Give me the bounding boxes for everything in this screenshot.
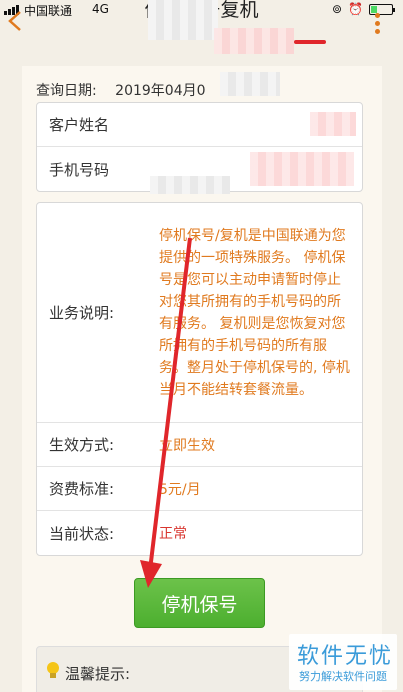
status-label: 当前状态:	[49, 524, 115, 543]
phone-number-label: 手机号码	[49, 160, 110, 179]
service-description-row: 业务说明: 停机保号/复机是中国联通为您提供的一项特殊服务。 停机保号是您可以主…	[37, 203, 362, 423]
tips-title: 温馨提示:	[65, 665, 131, 683]
customer-name-label: 客户姓名	[49, 116, 110, 134]
watermark-logo: 软件无忧 努力解决软件问题	[289, 634, 397, 690]
suspend-keep-number-button[interactable]: 停机保号	[134, 578, 265, 628]
service-description-label: 业务说明:	[49, 304, 115, 322]
watermark-title: 软件无忧	[297, 644, 394, 669]
lightbulb-icon	[47, 662, 59, 678]
status-value: 正常	[159, 526, 187, 542]
service-description-text: 停机保号/复机是中国联通为您提供的一项特殊服务。 停机保号是您可以主动申请暂时停…	[159, 227, 350, 398]
redaction-blur	[150, 176, 230, 194]
more-options-icon[interactable]	[375, 13, 381, 35]
red-underline	[294, 40, 326, 44]
redaction-blur	[148, 0, 218, 40]
effect-label: 生效方式:	[49, 436, 115, 454]
fee-row: 资费标准: 5元/月	[37, 467, 362, 511]
effect-value: 立即生效	[159, 437, 215, 454]
query-date-value: 2019年04月0	[115, 83, 206, 99]
query-date-label: 查询日期:	[36, 83, 97, 99]
watermark-subtitle: 努力解决软件问题	[299, 670, 387, 683]
effect-row: 生效方式: 立即生效	[37, 423, 362, 467]
status-row: 当前状态: 正常	[37, 511, 362, 555]
fee-label: 资费标准:	[49, 480, 115, 498]
redaction-blur	[310, 112, 356, 136]
redaction-blur	[214, 28, 294, 54]
query-date-row: 查询日期: 2019年04月0	[36, 80, 206, 100]
redaction-blur	[220, 72, 280, 96]
redaction-blur	[250, 152, 354, 186]
service-info-card: 业务说明: 停机保号/复机是中国联通为您提供的一项特殊服务。 停机保号是您可以主…	[36, 202, 363, 556]
fee-value: 5元/月	[159, 481, 201, 498]
